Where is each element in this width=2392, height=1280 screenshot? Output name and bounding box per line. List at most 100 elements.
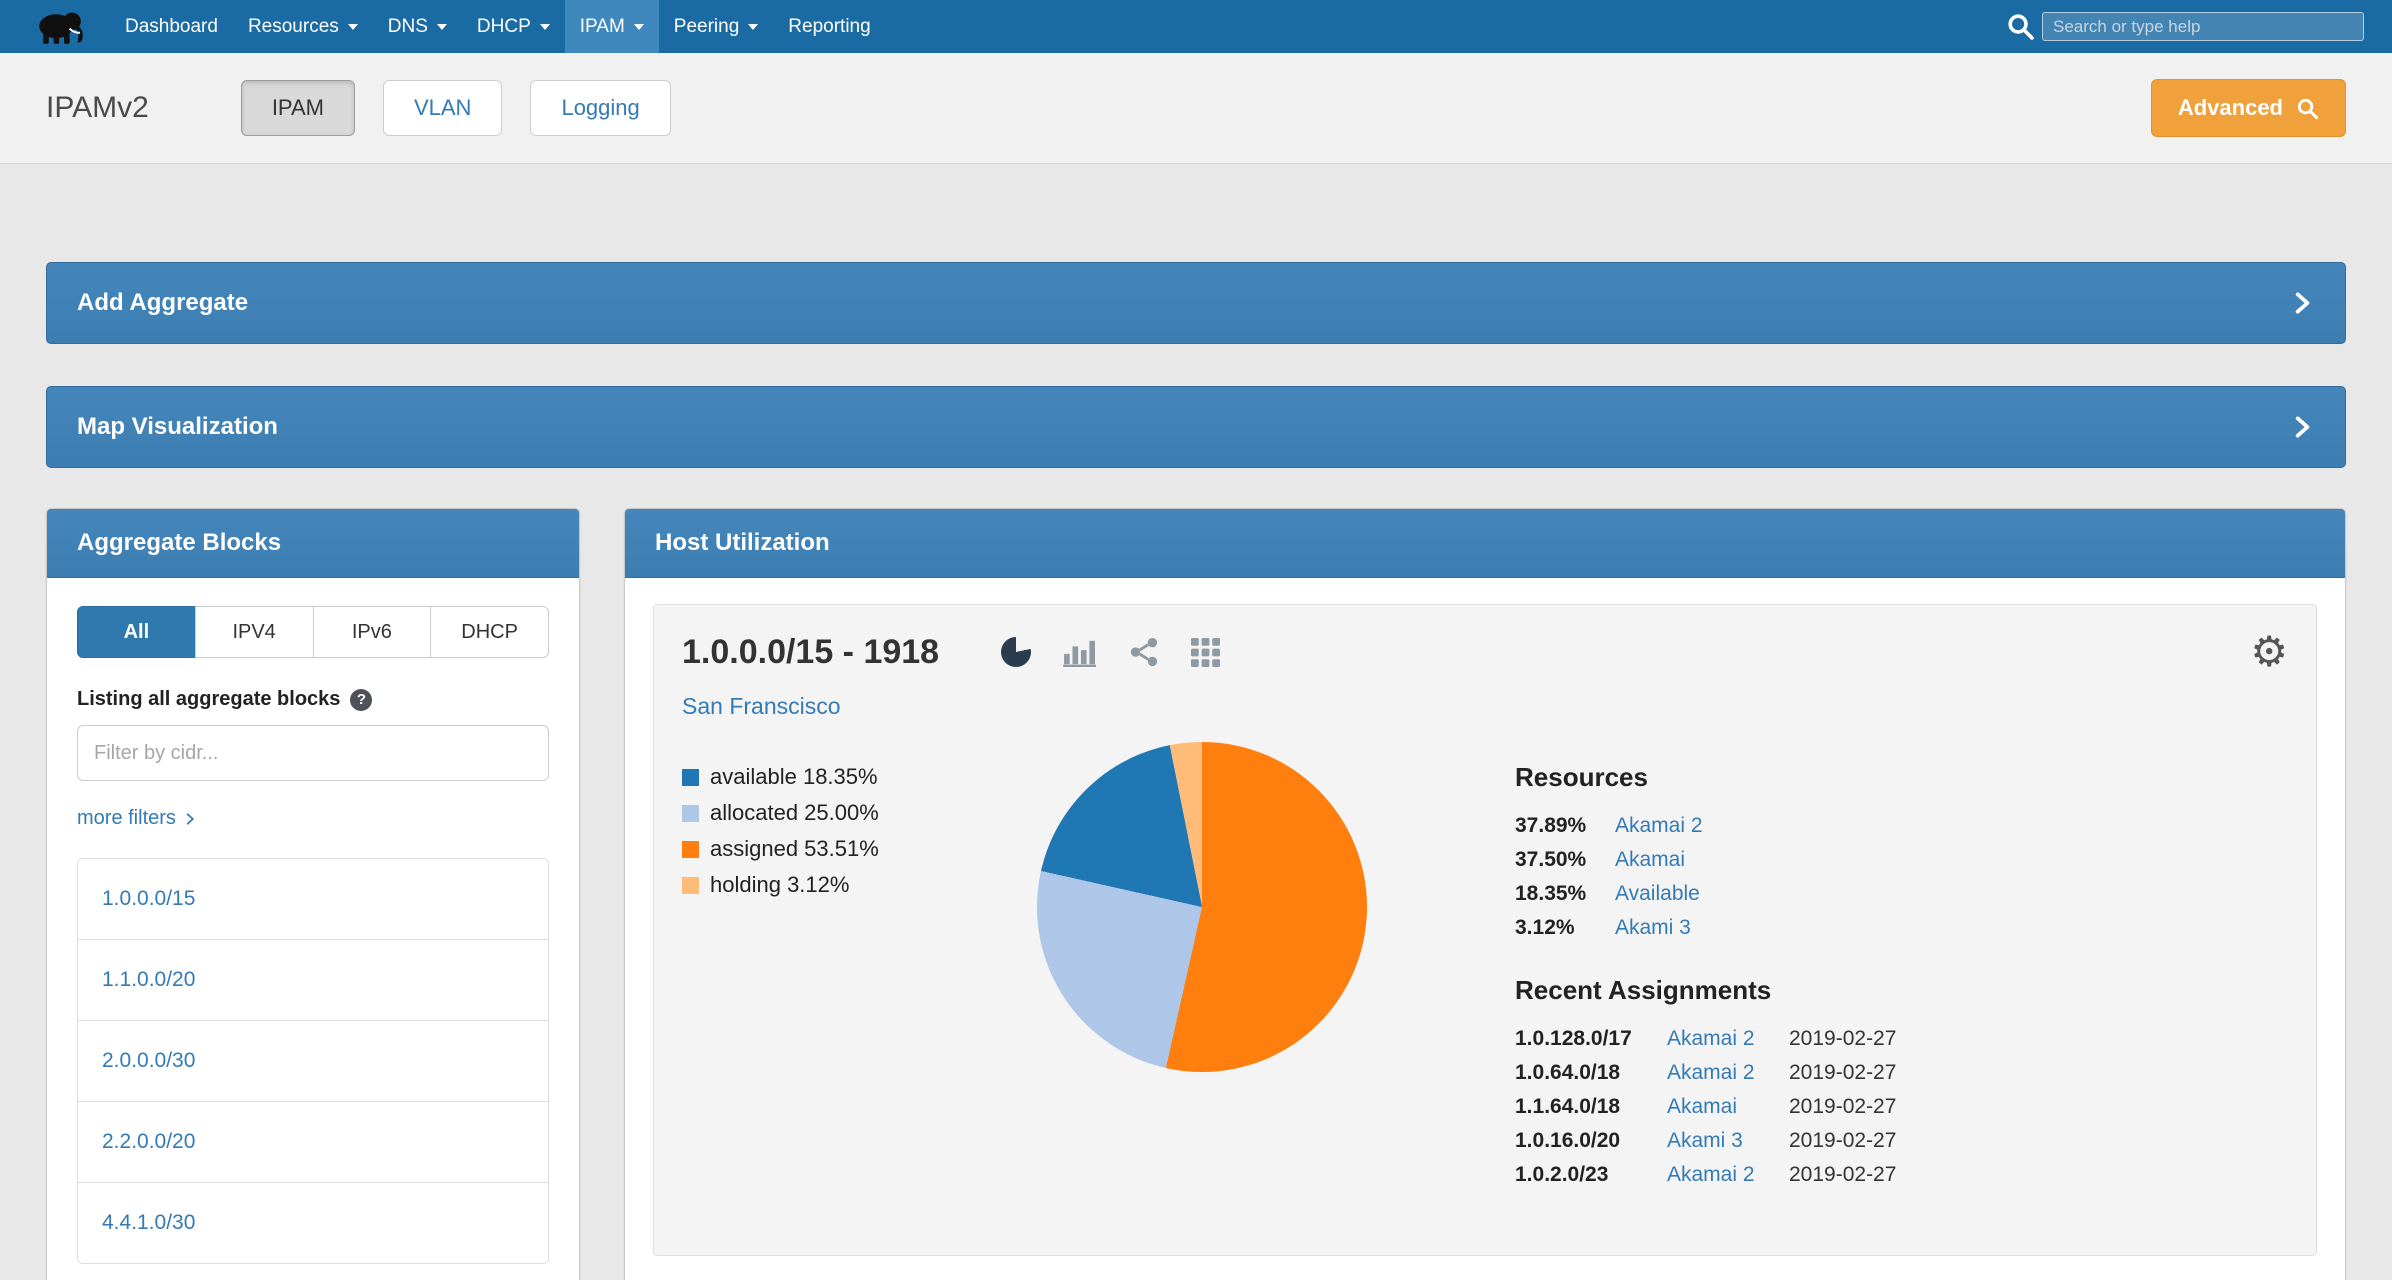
nav-label: Reporting bbox=[788, 16, 870, 38]
legend-swatch bbox=[682, 841, 699, 858]
nav-label: Peering bbox=[674, 16, 740, 38]
nav-reporting[interactable]: Reporting bbox=[773, 0, 885, 53]
gear-icon[interactable]: ⚙ bbox=[2250, 631, 2288, 673]
aggregate-block-list: 1.0.0.0/15 1.1.0.0/20 2.0.0.0/30 2.2.0.0… bbox=[77, 858, 549, 1264]
tab-vlan[interactable]: VLAN bbox=[383, 80, 502, 136]
resources-heading: Resources bbox=[1515, 762, 2288, 793]
aggregate-block-link[interactable]: 1.0.0.0/15 bbox=[78, 859, 548, 939]
cidr-filter-input[interactable] bbox=[77, 725, 549, 781]
navbar-search bbox=[2006, 0, 2364, 53]
chevron-right-icon bbox=[2289, 414, 2315, 440]
listing-label-row: Listing all aggregate blocks ? bbox=[77, 688, 549, 711]
legend-item: holding 3.12% bbox=[682, 872, 987, 898]
assignment-date: 2019-02-27 bbox=[1789, 1163, 1896, 1186]
location-link[interactable]: San Franscisco bbox=[682, 693, 841, 720]
share-icon[interactable] bbox=[1129, 637, 1159, 667]
view-toggle-icons bbox=[1001, 637, 1220, 667]
filter-dhcp-button[interactable]: DHCP bbox=[430, 606, 549, 658]
nav-label: DHCP bbox=[477, 16, 531, 38]
resource-link[interactable]: Available bbox=[1615, 882, 1700, 905]
nav-label: Dashboard bbox=[125, 16, 218, 38]
chevron-right-icon bbox=[2289, 290, 2315, 316]
search-input[interactable] bbox=[2042, 12, 2364, 41]
legend-label: allocated 25.00% bbox=[710, 800, 879, 826]
page-title: IPAMv2 bbox=[46, 91, 149, 125]
add-aggregate-label: Add Aggregate bbox=[77, 289, 248, 317]
assignment-link[interactable]: Akamai 2 bbox=[1667, 1022, 1789, 1056]
grid-icon[interactable] bbox=[1191, 638, 1220, 667]
aggregate-block-link[interactable]: 2.2.0.0/20 bbox=[78, 1101, 548, 1182]
listing-label: Listing all aggregate blocks bbox=[77, 688, 340, 711]
nav-dhcp[interactable]: DHCP bbox=[462, 0, 565, 53]
filter-ipv6-button[interactable]: IPv6 bbox=[313, 606, 432, 658]
legend-swatch bbox=[682, 769, 699, 786]
resource-pct: 18.35% bbox=[1515, 877, 1615, 911]
pie-chart bbox=[1037, 742, 1367, 1072]
map-visualization-label: Map Visualization bbox=[77, 413, 278, 441]
add-aggregate-bar[interactable]: Add Aggregate bbox=[46, 262, 2346, 344]
legend-item: assigned 53.51% bbox=[682, 836, 987, 862]
resource-pct: 3.12% bbox=[1515, 911, 1615, 945]
assignment-row: 1.0.16.0/20Akami 32019-02-27 bbox=[1515, 1124, 2288, 1158]
aggregate-blocks-title: Aggregate Blocks bbox=[47, 509, 579, 578]
resource-row: 3.12%Akami 3 bbox=[1515, 911, 2288, 945]
host-utilization-panel: Host Utilization 1.0.0.0/15 - 1918 bbox=[624, 508, 2346, 1280]
brand-logo[interactable] bbox=[0, 0, 110, 53]
nav-ipam[interactable]: IPAM bbox=[565, 0, 659, 53]
tab-ipam[interactable]: IPAM bbox=[241, 80, 355, 136]
advanced-label: Advanced bbox=[2178, 95, 2283, 121]
chevron-down-icon bbox=[540, 24, 550, 30]
more-filters-link[interactable]: more filters bbox=[77, 807, 197, 830]
nav-resources[interactable]: Resources bbox=[233, 0, 373, 53]
filter-ipv4-button[interactable]: IPV4 bbox=[195, 606, 314, 658]
host-card-header: 1.0.0.0/15 - 1918 ⚙ bbox=[682, 631, 2288, 673]
resource-link[interactable]: Akamai 2 bbox=[1615, 814, 1703, 837]
resource-link[interactable]: Akami 3 bbox=[1615, 916, 1691, 939]
resource-row: 37.50%Akamai bbox=[1515, 843, 2288, 877]
search-icon[interactable] bbox=[2006, 12, 2035, 41]
host-utilization-title: Host Utilization bbox=[625, 509, 2345, 578]
assignment-link[interactable]: Akamai bbox=[1667, 1090, 1789, 1124]
utilization-row: available 18.35% allocated 25.00% assign… bbox=[682, 760, 2288, 1192]
aggregate-block-link[interactable]: 1.1.0.0/20 bbox=[78, 939, 548, 1020]
aggregate-block-link[interactable]: 2.0.0.0/30 bbox=[78, 1020, 548, 1101]
assignment-cidr: 1.0.2.0/23 bbox=[1515, 1158, 1667, 1192]
assignment-date: 2019-02-27 bbox=[1789, 1061, 1896, 1084]
block-title: 1.0.0.0/15 - 1918 bbox=[682, 633, 939, 672]
assignment-row: 1.1.64.0/18Akamai2019-02-27 bbox=[1515, 1090, 2288, 1124]
nav-menu: Dashboard Resources DNS DHCP IPAM Peerin… bbox=[110, 0, 886, 53]
aggregate-block-link[interactable]: 4.4.1.0/30 bbox=[78, 1182, 548, 1263]
map-visualization-bar[interactable]: Map Visualization bbox=[46, 386, 2346, 468]
nav-dashboard[interactable]: Dashboard bbox=[110, 0, 233, 53]
nav-label: Resources bbox=[248, 16, 339, 38]
chevron-down-icon bbox=[348, 24, 358, 30]
resource-link[interactable]: Akamai bbox=[1615, 848, 1685, 871]
assignment-date: 2019-02-27 bbox=[1789, 1027, 1896, 1050]
assignment-row: 1.0.128.0/17Akamai 22019-02-27 bbox=[1515, 1022, 2288, 1056]
assignment-cidr: 1.0.64.0/18 bbox=[1515, 1056, 1667, 1090]
search-icon bbox=[2296, 97, 2319, 120]
assignment-link[interactable]: Akamai 2 bbox=[1667, 1158, 1789, 1192]
nav-label: IPAM bbox=[580, 16, 625, 38]
assignment-link[interactable]: Akamai 2 bbox=[1667, 1056, 1789, 1090]
nav-peering[interactable]: Peering bbox=[659, 0, 774, 53]
bar-chart-icon[interactable] bbox=[1063, 637, 1097, 667]
filter-all-button[interactable]: All bbox=[77, 606, 196, 658]
resource-row: 37.89%Akamai 2 bbox=[1515, 809, 2288, 843]
more-filters-label: more filters bbox=[77, 807, 176, 830]
host-utilization-card: 1.0.0.0/15 - 1918 ⚙ bbox=[653, 604, 2317, 1256]
legend-label: assigned 53.51% bbox=[710, 836, 879, 862]
assignment-cidr: 1.0.128.0/17 bbox=[1515, 1022, 1667, 1056]
legend-swatch bbox=[682, 805, 699, 822]
pie-legend: available 18.35% allocated 25.00% assign… bbox=[682, 760, 987, 908]
pie-chart-icon[interactable] bbox=[1001, 637, 1031, 667]
advanced-button[interactable]: Advanced bbox=[2151, 79, 2346, 137]
assignment-link[interactable]: Akami 3 bbox=[1667, 1124, 1789, 1158]
resource-row: 18.35%Available bbox=[1515, 877, 2288, 911]
help-icon[interactable]: ? bbox=[350, 689, 372, 711]
nav-dns[interactable]: DNS bbox=[373, 0, 462, 53]
legend-label: available 18.35% bbox=[710, 764, 878, 790]
aggregate-blocks-panel: Aggregate Blocks All IPV4 IPv6 DHCP List… bbox=[46, 508, 580, 1280]
tab-logging[interactable]: Logging bbox=[530, 80, 670, 136]
chevron-down-icon bbox=[748, 24, 758, 30]
